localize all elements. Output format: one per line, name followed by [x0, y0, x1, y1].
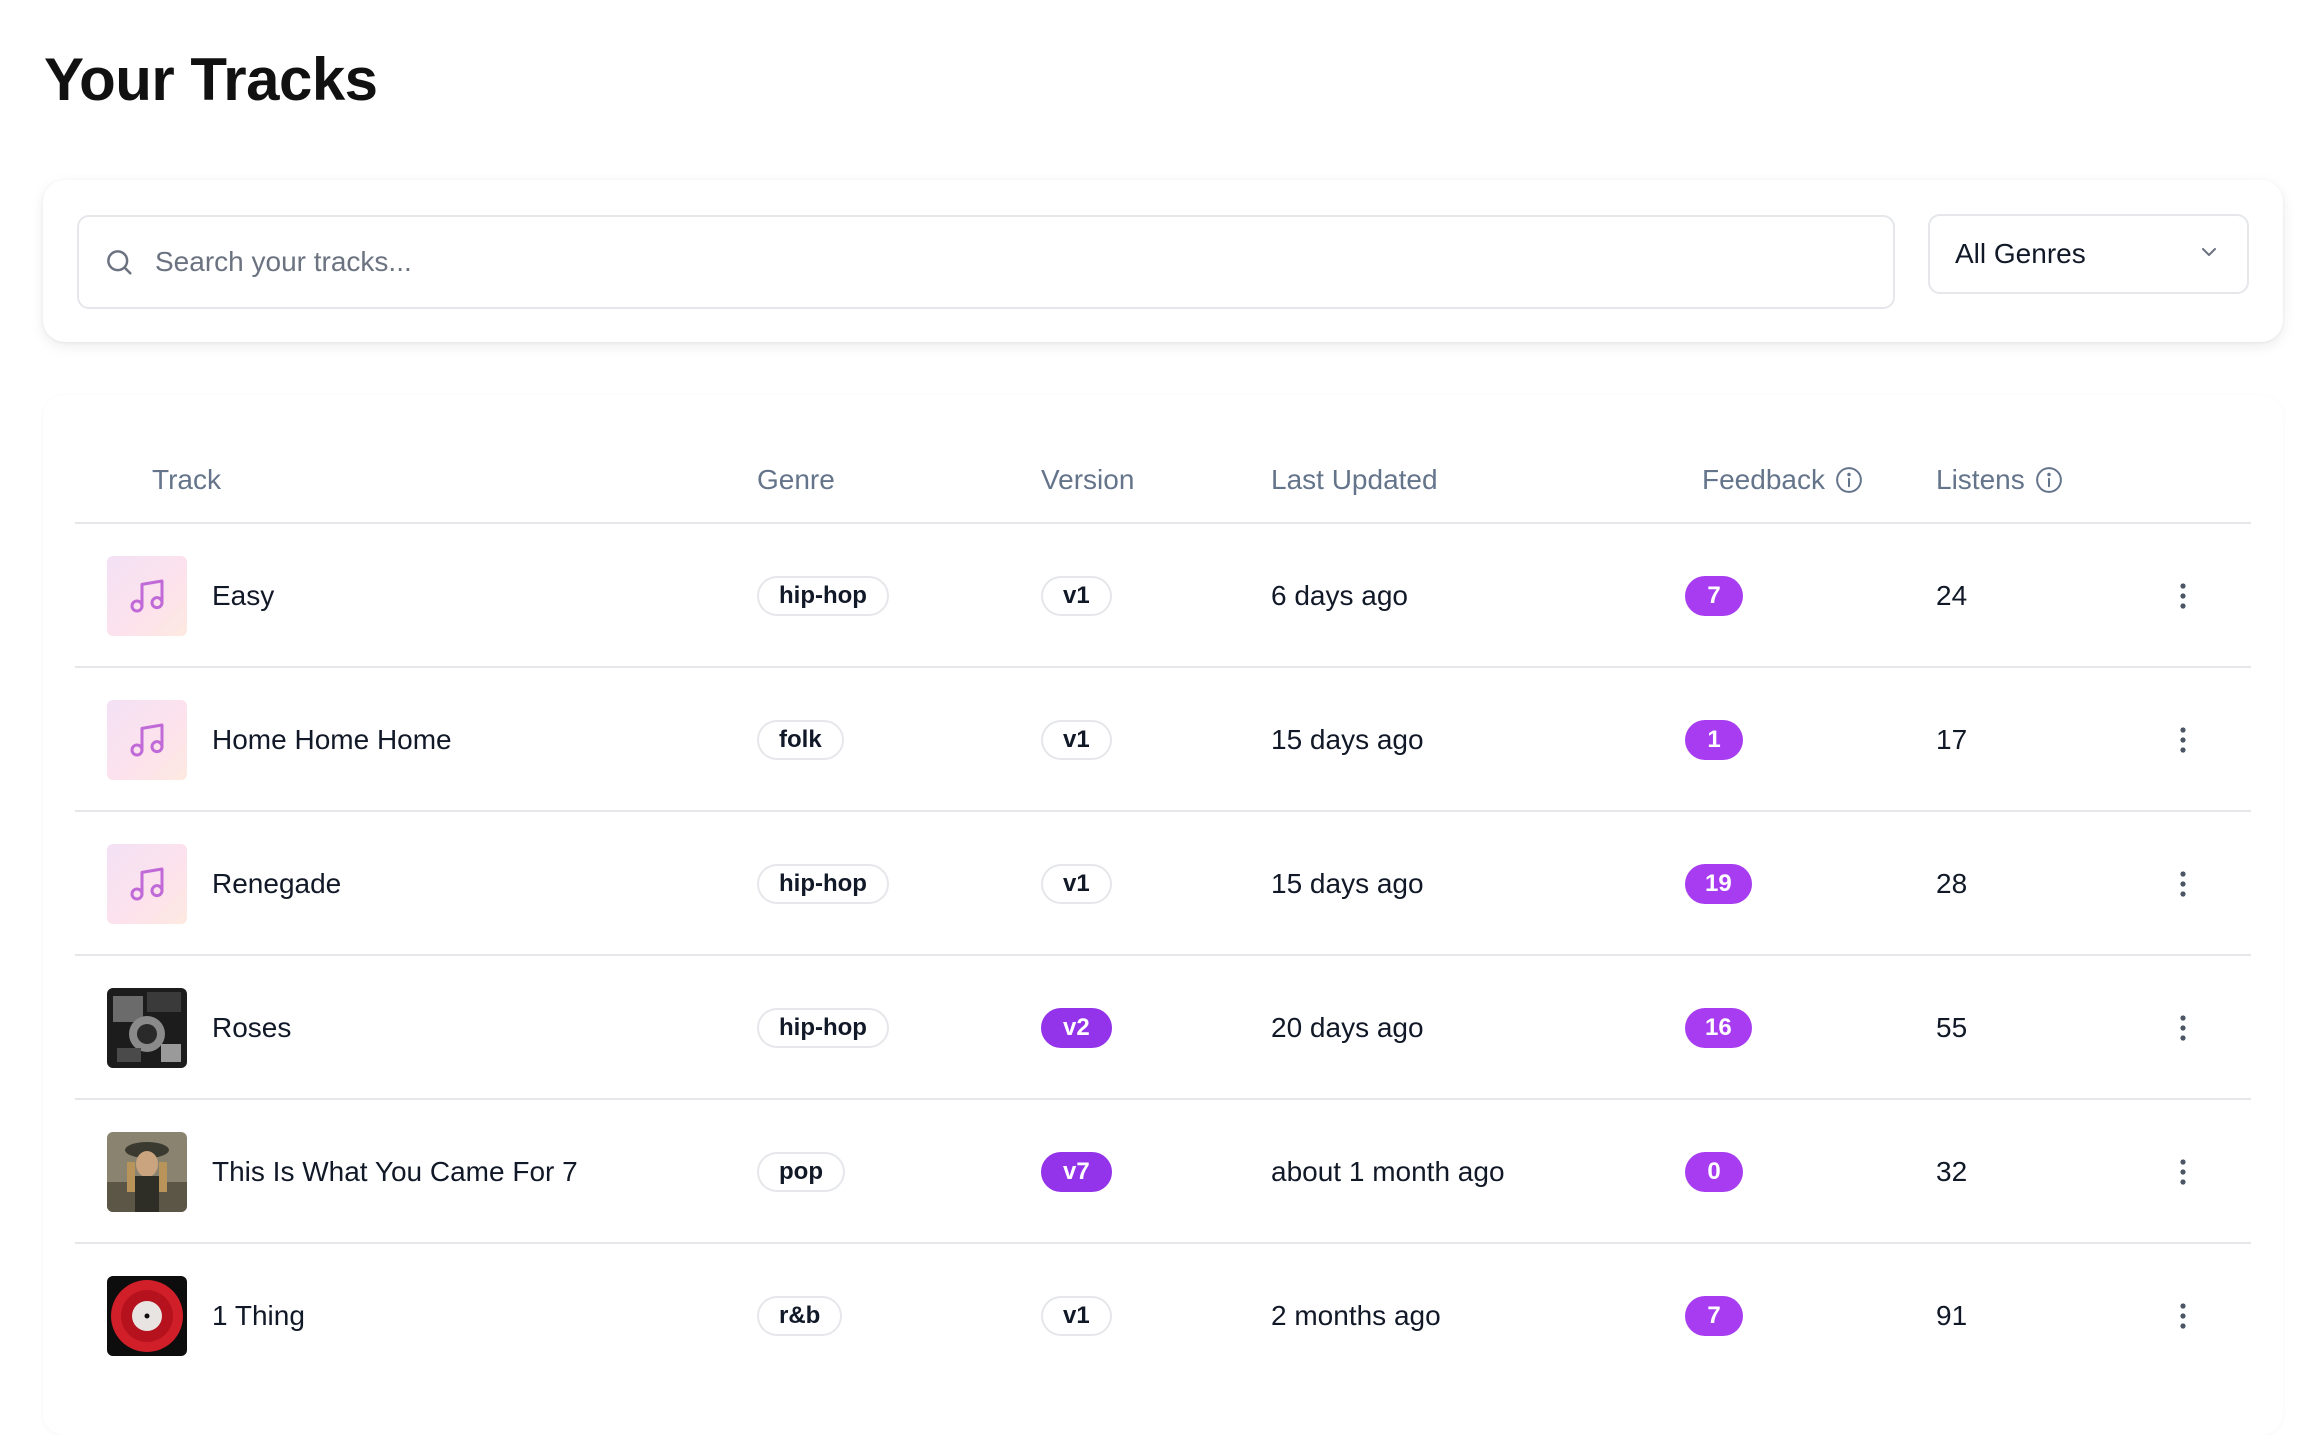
- listens-count: 28: [1936, 868, 1968, 899]
- track-title[interactable]: Easy: [212, 580, 274, 612]
- genre-badge: folk: [757, 720, 844, 760]
- more-vertical-icon: [2180, 1303, 2186, 1329]
- listens-count: 91: [1936, 1300, 1968, 1331]
- last-updated: 20 days ago: [1271, 1012, 1424, 1043]
- genre-badge: pop: [757, 1152, 845, 1192]
- search-input[interactable]: [153, 231, 1857, 293]
- row-menu-button[interactable]: [2163, 1296, 2203, 1336]
- column-header-listens[interactable]: Listens: [1936, 450, 2064, 510]
- track-thumbnail: [107, 844, 187, 924]
- listens-count: 55: [1936, 1012, 1968, 1043]
- feedback-count-badge: 1: [1685, 720, 1743, 760]
- last-updated: about 1 month ago: [1271, 1156, 1505, 1187]
- last-updated: 15 days ago: [1271, 724, 1424, 755]
- table-row[interactable]: Renegade hip-hop v1 15 days ago 19 28: [75, 812, 2251, 956]
- more-vertical-icon: [2180, 1015, 2186, 1041]
- listens-count: 17: [1936, 724, 1968, 755]
- column-header-feedback[interactable]: Feedback: [1702, 450, 1864, 510]
- music-note-icon: [130, 723, 164, 757]
- table-body: Easy hip-hop v1 6 days ago 7 24 Home Hom…: [75, 524, 2251, 1388]
- genre-badge: hip-hop: [757, 1008, 889, 1048]
- version-badge: v1: [1041, 720, 1112, 760]
- table-row[interactable]: Easy hip-hop v1 6 days ago 7 24: [75, 524, 2251, 668]
- filter-bar: All Genres: [43, 180, 2283, 342]
- table-row[interactable]: This Is What You Came For 7 pop v7 about…: [75, 1100, 2251, 1244]
- version-badge: v2: [1041, 1008, 1112, 1048]
- tracks-table: Track Genre Version Last Updated Feedbac…: [43, 395, 2283, 1435]
- row-menu-button[interactable]: [2163, 1152, 2203, 1192]
- genre-select[interactable]: All Genres: [1928, 214, 2249, 294]
- genre-badge: hip-hop: [757, 864, 889, 904]
- search-box[interactable]: [77, 215, 1895, 309]
- more-vertical-icon: [2180, 871, 2186, 897]
- version-badge: v7: [1041, 1152, 1112, 1192]
- table-row[interactable]: Roses hip-hop v2 20 days ago 16 55: [75, 956, 2251, 1100]
- table-row[interactable]: 1 Thing r&b v1 2 months ago 7 91: [75, 1244, 2251, 1388]
- version-badge: v1: [1041, 1296, 1112, 1336]
- feedback-count-badge: 7: [1685, 576, 1743, 616]
- genre-badge: hip-hop: [757, 576, 889, 616]
- info-icon[interactable]: [1834, 465, 1864, 495]
- cover-art-photo: [107, 1132, 187, 1212]
- version-badge: v1: [1041, 576, 1112, 616]
- track-title[interactable]: Roses: [212, 1012, 291, 1044]
- last-updated: 6 days ago: [1271, 580, 1408, 611]
- column-header-feedback-label: Feedback: [1702, 464, 1825, 495]
- genre-select-value: All Genres: [1955, 238, 2086, 269]
- row-menu-button[interactable]: [2163, 576, 2203, 616]
- info-icon[interactable]: [2034, 465, 2064, 495]
- row-menu-button[interactable]: [2163, 864, 2203, 904]
- row-menu-button[interactable]: [2163, 1008, 2203, 1048]
- cover-art-vinyl: [107, 1276, 187, 1356]
- column-header-track[interactable]: Track: [152, 450, 221, 510]
- column-header-genre-label: Genre: [757, 464, 835, 495]
- column-header-last-updated-label: Last Updated: [1271, 464, 1438, 495]
- music-note-icon: [130, 867, 164, 901]
- feedback-count-badge: 19: [1685, 864, 1752, 904]
- music-note-icon: [130, 579, 164, 613]
- more-vertical-icon: [2180, 1159, 2186, 1185]
- table-header: Track Genre Version Last Updated Feedbac…: [75, 450, 2251, 524]
- column-header-listens-label: Listens: [1936, 464, 2025, 495]
- last-updated: 15 days ago: [1271, 868, 1424, 899]
- listens-count: 24: [1936, 580, 1968, 611]
- more-vertical-icon: [2180, 583, 2186, 609]
- more-vertical-icon: [2180, 727, 2186, 753]
- chevron-down-icon: [2197, 240, 2221, 269]
- column-header-genre[interactable]: Genre: [757, 450, 835, 510]
- page-title: Your Tracks: [44, 46, 378, 113]
- track-title[interactable]: 1 Thing: [212, 1300, 305, 1332]
- last-updated: 2 months ago: [1271, 1300, 1441, 1331]
- track-thumbnail: [107, 556, 187, 636]
- listens-count: 32: [1936, 1156, 1968, 1187]
- track-thumbnail: [107, 700, 187, 780]
- track-title[interactable]: Home Home Home: [212, 724, 452, 756]
- version-badge: v1: [1041, 864, 1112, 904]
- genre-badge: r&b: [757, 1296, 843, 1336]
- tracks-page: Your Tracks All Genres Track: [0, 0, 2309, 1435]
- feedback-count-badge: 16: [1685, 1008, 1752, 1048]
- row-menu-button[interactable]: [2163, 720, 2203, 760]
- search-icon: [103, 246, 135, 278]
- track-title[interactable]: Renegade: [212, 868, 341, 900]
- track-title[interactable]: This Is What You Came For 7: [212, 1156, 578, 1188]
- cover-art-bw: [107, 988, 187, 1068]
- column-header-version-label: Version: [1041, 464, 1135, 495]
- column-header-last-updated[interactable]: Last Updated: [1271, 450, 1438, 510]
- feedback-count-badge: 7: [1685, 1296, 1743, 1336]
- feedback-count-badge: 0: [1685, 1152, 1743, 1192]
- table-row[interactable]: Home Home Home folk v1 15 days ago 1 17: [75, 668, 2251, 812]
- column-header-version[interactable]: Version: [1041, 450, 1134, 510]
- column-header-track-label: Track: [152, 464, 221, 495]
